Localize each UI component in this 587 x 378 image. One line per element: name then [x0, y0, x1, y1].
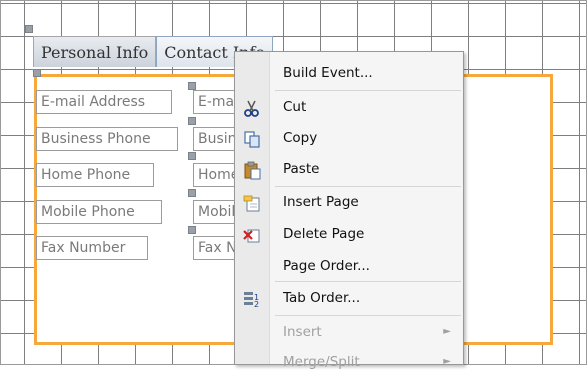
menu-item-label: Insert Page [283, 194, 359, 210]
submenu-arrow-icon: ► [443, 356, 451, 367]
menu-item-insert-page[interactable]: Insert Page [235, 188, 463, 218]
menu-item-paste[interactable]: Paste [235, 155, 463, 185]
menu-item-label: Merge/Split [283, 354, 360, 370]
mobile-phone-label[interactable]: Mobile Phone [36, 200, 162, 224]
menu-item-label: Copy [283, 130, 318, 146]
email-address-label[interactable]: E-mail Address [36, 90, 172, 114]
field-selection-handle[interactable] [33, 69, 41, 77]
menu-separator [275, 315, 461, 316]
context-menu: Build Event... Cut Copy Paste Insert Pag… [234, 51, 464, 370]
menu-item-insert[interactable]: Insert ► [235, 318, 463, 348]
insert-page-icon [242, 193, 262, 213]
menu-separator [275, 281, 461, 282]
menu-item-label: Page Order... [283, 258, 370, 274]
tab-control-selection-handle[interactable] [25, 25, 33, 33]
menu-item-label: Paste [283, 161, 320, 177]
menu-item-label: Build Event... [283, 65, 373, 81]
scissors-icon [242, 98, 262, 118]
menu-item-label: Tab Order... [283, 290, 361, 306]
field-selection-handle[interactable] [188, 82, 196, 90]
tab-order-icon: 1 2 [242, 289, 262, 309]
tab-personal-info[interactable]: Personal Info [33, 36, 157, 67]
menu-item-label: Delete Page [283, 226, 365, 242]
menu-item-label: Insert [283, 324, 322, 340]
fax-number-label[interactable]: Fax Number [36, 236, 148, 260]
menu-separator [275, 90, 461, 91]
menu-item-cut[interactable]: Cut [235, 93, 463, 123]
menu-item-label: Cut [283, 99, 307, 115]
field-selection-handle[interactable] [188, 152, 196, 160]
delete-page-icon [242, 225, 262, 245]
paste-icon [242, 160, 262, 180]
menu-item-build-event[interactable]: Build Event... [235, 59, 463, 89]
submenu-arrow-icon: ► [443, 326, 451, 337]
copy-icon [242, 129, 262, 149]
menu-item-delete-page[interactable]: Delete Page [235, 220, 463, 250]
menu-item-page-order[interactable]: Page Order... [235, 252, 463, 282]
menu-item-copy[interactable]: Copy [235, 124, 463, 154]
field-selection-handle[interactable] [188, 117, 196, 125]
business-phone-label[interactable]: Business Phone [36, 127, 178, 151]
menu-item-tab-order[interactable]: 1 2 Tab Order... [235, 284, 463, 314]
menu-item-merge-split[interactable]: Merge/Split ► [235, 348, 463, 378]
svg-text:2: 2 [254, 300, 259, 309]
field-selection-handle[interactable] [188, 226, 196, 234]
field-selection-handle[interactable] [188, 189, 196, 197]
home-phone-label[interactable]: Home Phone [36, 163, 154, 187]
menu-separator [275, 186, 461, 187]
